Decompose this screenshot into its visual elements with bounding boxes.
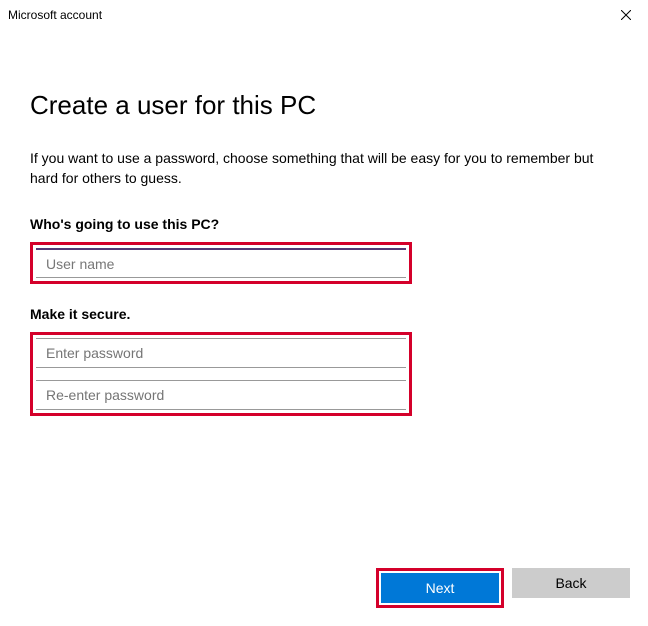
close-icon	[621, 10, 631, 20]
highlight-annotation	[30, 332, 412, 416]
back-button[interactable]: Back	[512, 568, 630, 598]
window-title: Microsoft account	[8, 8, 102, 22]
footer-buttons: Next Back	[376, 568, 630, 608]
content-area: Create a user for this PC If you want to…	[0, 30, 648, 416]
highlight-annotation: Next	[376, 568, 504, 608]
password-label: Make it secure.	[30, 306, 618, 322]
page-title: Create a user for this PC	[30, 90, 618, 121]
username-input[interactable]	[36, 248, 406, 278]
password-input[interactable]	[36, 338, 406, 368]
password-section: Make it secure.	[30, 306, 618, 416]
highlight-annotation	[30, 242, 412, 284]
username-section: Who's going to use this PC?	[30, 216, 618, 284]
close-button[interactable]	[603, 0, 648, 30]
next-button[interactable]: Next	[381, 573, 499, 603]
titlebar: Microsoft account	[0, 0, 648, 30]
username-label: Who's going to use this PC?	[30, 216, 618, 232]
reenter-password-input[interactable]	[36, 380, 406, 410]
page-description: If you want to use a password, choose so…	[30, 149, 610, 188]
